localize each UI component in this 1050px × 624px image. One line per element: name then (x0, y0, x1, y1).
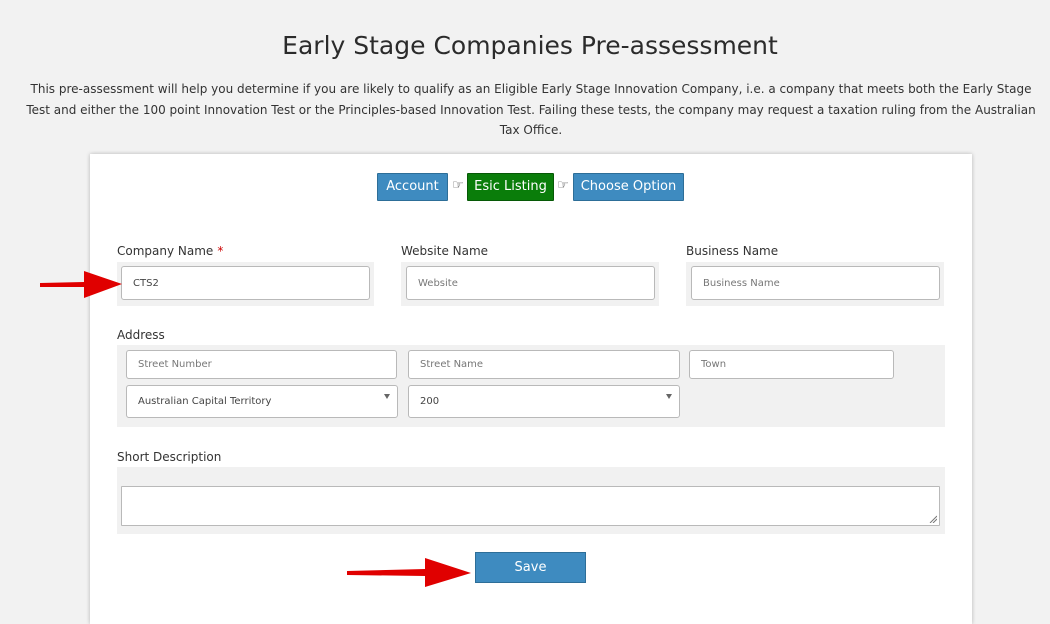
website-placeholder: Website (418, 277, 458, 289)
street-number-placeholder: Street Number (138, 359, 212, 370)
state-select[interactable]: Australian Capital Territory (126, 385, 398, 418)
postcode-selected-value: 200 (420, 396, 440, 407)
hand-pointing-right-icon: ☞ (557, 178, 569, 193)
website-name-label: Website Name (401, 244, 489, 258)
intro-text: This pre-assessment will help you determ… (26, 82, 1036, 137)
business-name-input[interactable]: Business Name (691, 266, 940, 300)
chevron-down-icon (384, 394, 390, 399)
page-title: Early Stage Companies Pre-assessment (282, 31, 778, 60)
annotation-arrow-icon (347, 558, 471, 587)
postcode-select[interactable]: 200 (408, 385, 680, 418)
step-account-button[interactable]: Account (377, 173, 448, 201)
street-number-input[interactable]: Street Number (126, 350, 397, 379)
company-name-label-text: Company Name (117, 244, 214, 258)
save-button[interactable]: Save (475, 552, 586, 583)
company-name-value: CTS2 (133, 277, 159, 289)
short-description-label: Short Description (117, 450, 222, 464)
required-mark: * (217, 244, 224, 258)
business-name-label: Business Name (686, 244, 779, 258)
step-choose-option-button[interactable]: Choose Option (573, 173, 684, 201)
town-placeholder: Town (701, 359, 727, 370)
company-name-label: Company Name * (117, 244, 223, 258)
resize-handle-icon[interactable] (929, 515, 937, 523)
state-selected-value: Australian Capital Territory (138, 396, 272, 407)
annotation-arrow-icon (40, 271, 122, 298)
short-description-textarea[interactable] (121, 486, 940, 526)
business-name-placeholder: Business Name (703, 277, 780, 289)
step-esic-listing-button[interactable]: Esic Listing (467, 173, 554, 201)
street-name-input[interactable]: Street Name (408, 350, 680, 379)
hand-pointing-right-icon: ☞ (452, 178, 464, 193)
address-label: Address (117, 328, 165, 342)
chevron-down-icon (666, 394, 672, 399)
street-name-placeholder: Street Name (420, 359, 484, 370)
website-input[interactable]: Website (406, 266, 655, 300)
company-name-input[interactable]: CTS2 (121, 266, 370, 300)
town-input[interactable]: Town (689, 350, 894, 379)
